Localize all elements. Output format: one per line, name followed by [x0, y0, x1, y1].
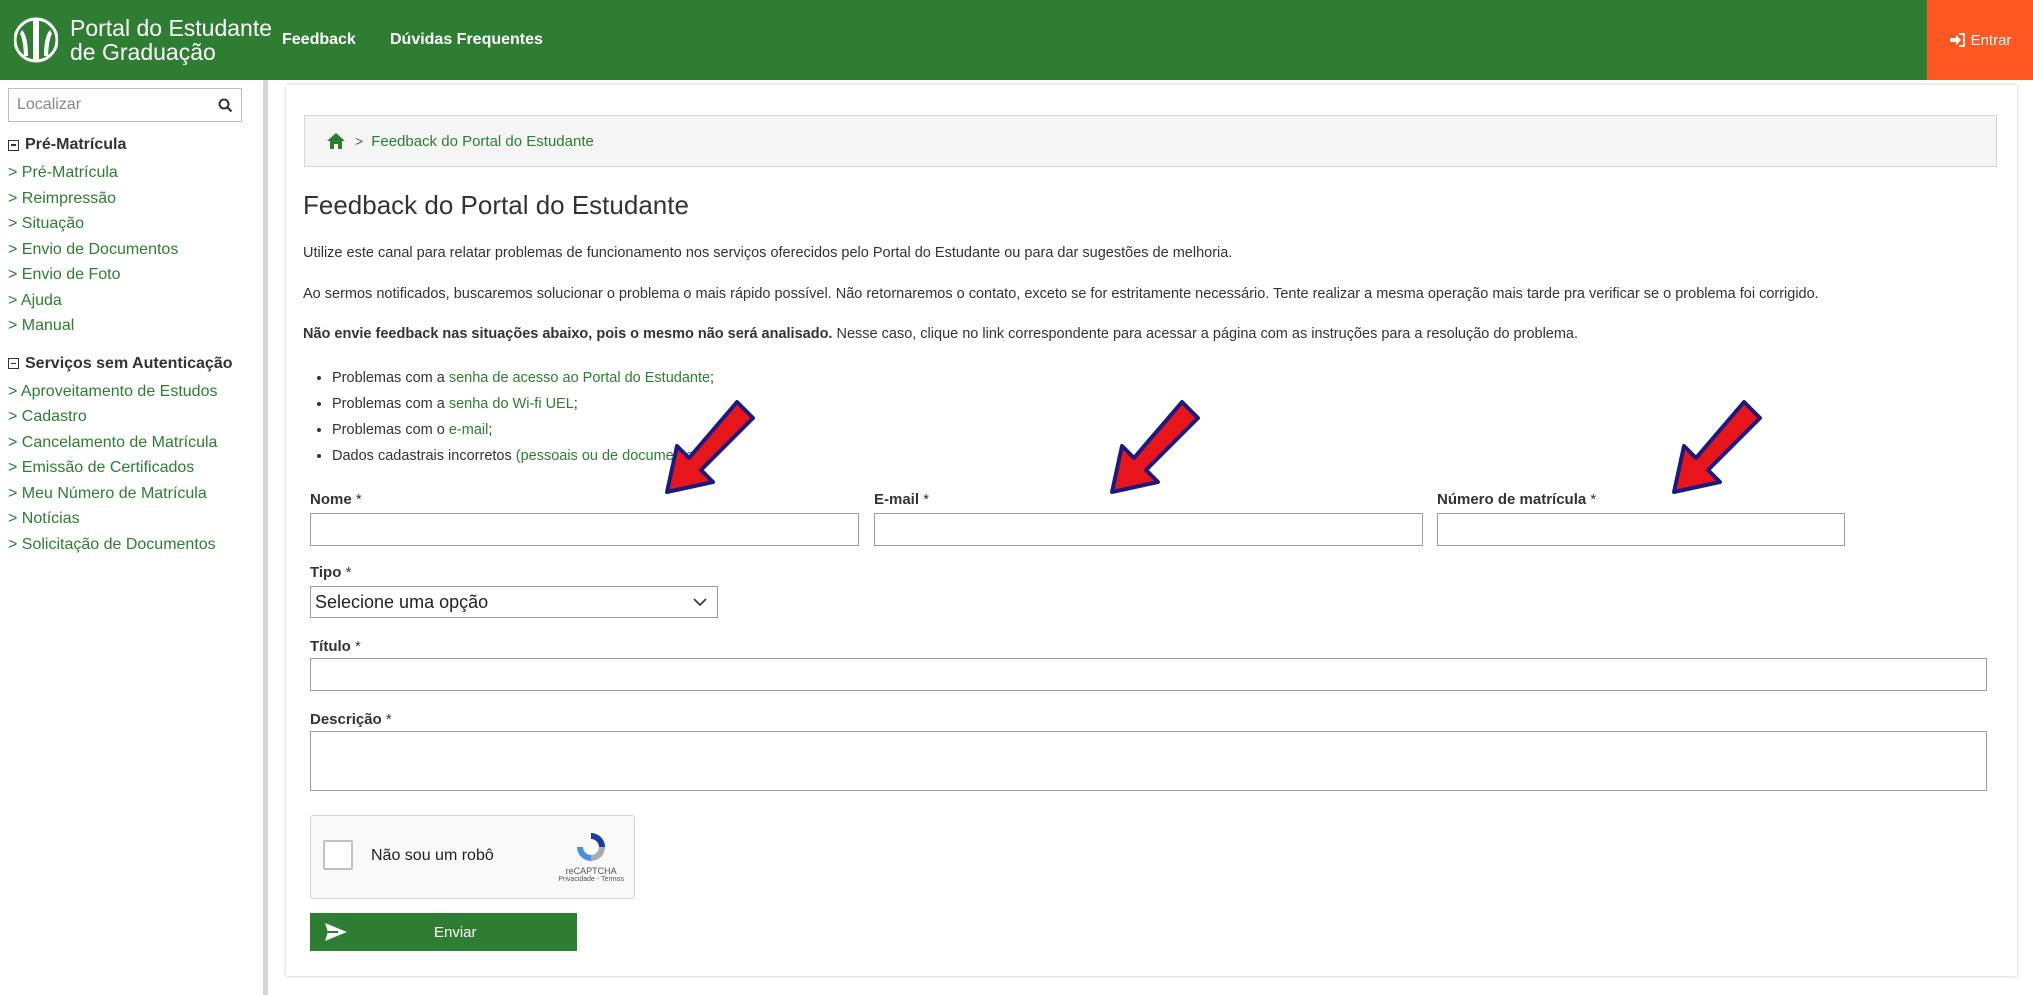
sidebar-item-envio-foto[interactable]: > Envio de Foto [8, 262, 251, 288]
search-icon[interactable] [218, 98, 233, 113]
sidebar-search[interactable]: Localizar [8, 88, 242, 122]
name-input[interactable] [310, 513, 859, 546]
home-icon[interactable] [327, 133, 345, 149]
brand-line-1: Portal do Estudante [70, 15, 273, 41]
sidebar-item-aproveitamento[interactable]: > Aproveitamento de Estudos [8, 379, 251, 405]
titulo-input[interactable] [310, 658, 1987, 691]
descricao-label: Descrição * [310, 711, 392, 728]
descricao-textarea[interactable] [310, 731, 1987, 791]
tipo-select-value: Selecione uma opção [315, 591, 489, 612]
breadcrumb-current[interactable]: Feedback do Portal do Estudante [371, 133, 594, 150]
sign-in-icon [1949, 33, 1965, 47]
nav-feedback[interactable]: Feedback [282, 31, 356, 48]
page-title: Feedback do Portal do Estudante [303, 190, 689, 220]
excluded-issues-list: Problemas com a senha de acesso ao Porta… [332, 365, 714, 469]
sidebar-item-cadastro[interactable]: > Cadastro [8, 404, 251, 430]
sidebar-item-envio-documentos[interactable]: > Envio de Documentos [8, 237, 251, 263]
annotation-arrow-icon [1672, 400, 1762, 494]
matricula-label: Número de matrícula * [1437, 491, 1597, 508]
sidebar-item-situacao[interactable]: > Situação [8, 211, 251, 237]
email-label: E-mail * [874, 491, 930, 508]
recaptcha-checkbox[interactable] [323, 840, 353, 870]
warning-bold: Não envie feedback nas situações abaixo,… [303, 326, 833, 342]
sidebar-item-manual[interactable]: > Manual [8, 313, 251, 339]
chevron-down-icon [693, 597, 707, 606]
chevron-right-icon: > [355, 133, 364, 149]
list-item: Problemas com o e-mail; [332, 417, 714, 443]
recaptcha-links[interactable]: Privacidade - Termos [558, 876, 624, 883]
email-input[interactable] [874, 513, 1423, 546]
submit-button[interactable]: Enviar [310, 913, 577, 951]
search-input[interactable]: Localizar [17, 96, 81, 114]
recaptcha-brand: reCAPTCHA Privacidade - Termos [558, 830, 624, 883]
link-email[interactable]: e-mail [449, 422, 488, 438]
recaptcha-label: Não sou um robô [371, 847, 494, 864]
link-senha-wifi[interactable]: senha do Wi-fi UEL [449, 396, 574, 412]
sidebar-item-reimpressao[interactable]: > Reimpressão [8, 186, 251, 212]
sidebar-item-ajuda[interactable]: > Ajuda [8, 288, 251, 314]
notice-text: Ao sermos notificados, buscaremos soluci… [303, 286, 1819, 302]
breadcrumb: > Feedback do Portal do Estudante [304, 115, 1997, 167]
sidebar-section-heading[interactable]: Serviços sem Autenticação [8, 355, 251, 373]
send-icon [325, 923, 347, 941]
warning-rest: Nesse caso, clique no link correspondent… [832, 326, 1579, 342]
sidebar-item-pre-matricula[interactable]: > Pré-Matrícula [8, 160, 251, 186]
sidebar-item-cancelamento[interactable]: > Cancelamento de Matrícula [8, 430, 251, 456]
sidebar-item-solicitacao[interactable]: > Solicitação de Documentos [8, 532, 251, 558]
submit-label: Enviar [434, 923, 477, 941]
brand-line-2: de Graduação [70, 39, 216, 65]
login-label: Entrar [1970, 31, 2012, 49]
sidebar-section-heading[interactable]: Pré-Matrícula [8, 136, 251, 154]
list-item: Problemas com a senha do Wi-fi UEL; [332, 391, 714, 417]
brand[interactable]: Portal do Estudante de Graduação [0, 0, 282, 80]
sidebar-item-numero-matricula[interactable]: > Meu Número de Matrícula [8, 481, 251, 507]
collapse-icon[interactable] [8, 358, 19, 369]
list-item: Dados cadastrais incorretos (pessoais ou… [332, 443, 714, 469]
nav-faq[interactable]: Dúvidas Frequentes [390, 31, 543, 48]
matricula-input[interactable] [1437, 513, 1845, 546]
name-label: Nome * [310, 491, 362, 508]
main-card: > Feedback do Portal do Estudante Feedba… [286, 85, 2017, 976]
top-navbar: Portal do Estudante de Graduação Feedbac… [0, 0, 2033, 80]
tipo-label: Tipo * [310, 564, 352, 581]
sidebar-item-noticias[interactable]: > Notícias [8, 506, 251, 532]
annotation-arrow-icon [665, 400, 755, 494]
uel-logo-icon [14, 17, 58, 63]
warning-text: Não envie feedback nas situações abaixo,… [303, 326, 1578, 342]
link-senha-portal[interactable]: senha de acesso ao Portal do Estudante [449, 370, 710, 386]
list-item: Problemas com a senha de acesso ao Porta… [332, 365, 714, 391]
sidebar-item-certificados[interactable]: > Emissão de Certificados [8, 455, 251, 481]
collapse-icon[interactable] [8, 139, 19, 151]
recaptcha-logo-icon [577, 833, 606, 861]
sidebar: Localizar Pré-Matrícula > Pré-Matrícula … [0, 80, 268, 995]
titulo-label: Título * [310, 638, 361, 655]
intro-text: Utilize este canal para relatar problema… [303, 245, 1233, 261]
recaptcha-widget: Não sou um robô reCAPTCHA Privacidade - … [310, 815, 635, 899]
tipo-select[interactable]: Selecione uma opção [310, 586, 718, 618]
login-button[interactable]: Entrar [1927, 0, 2033, 80]
annotation-arrow-icon [1110, 400, 1200, 494]
